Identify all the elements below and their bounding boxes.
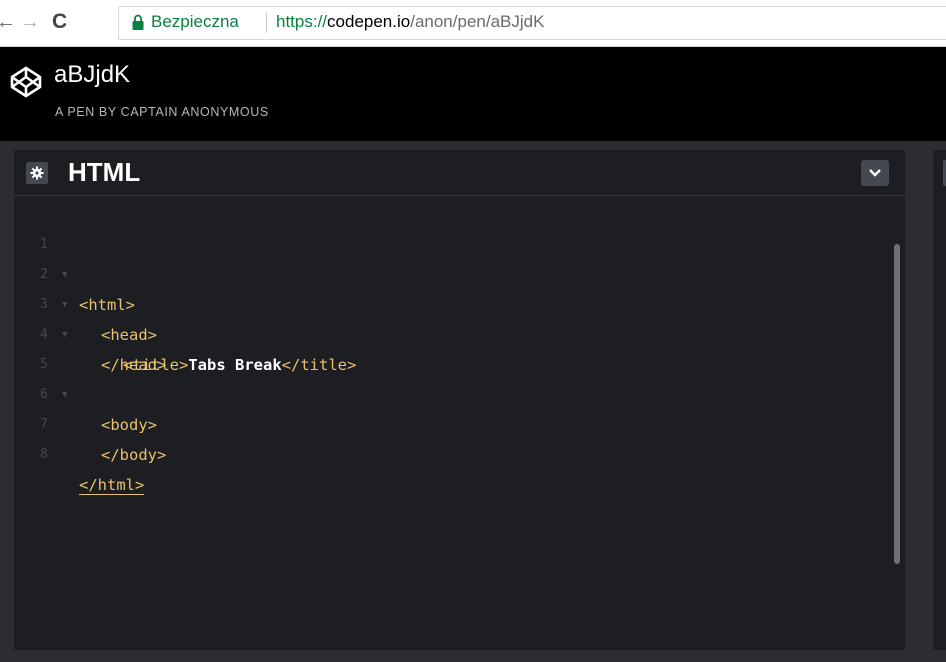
code-line: 8 </html> [14,410,145,495]
lock-icon [132,14,144,30]
code-tag: <body> [101,416,157,434]
code-line: 5 ▼ <body> [14,320,157,434]
settings-button[interactable] [26,162,48,184]
arrow-right-icon[interactable]: → [20,10,40,34]
code-text: <head> [101,320,157,350]
code-text: </html> [79,470,145,500]
url-scheme: https:// [276,12,328,31]
line-number: 8 [40,447,48,462]
bottom-resizer[interactable] [0,650,946,662]
url-text[interactable]: https://codepen.io/anon/pen/aBJjdK [276,12,544,32]
secure-label: Bezpieczna [151,12,239,31]
pen-title[interactable]: aBJjdK [54,61,130,89]
html-editor-panel: HTML 1 ▼ <html> 2 ▼ <head> 3 ▼ <title>Ta… [14,150,905,650]
editor-left-gutter [0,150,14,662]
codepen-logo-icon[interactable] [9,65,43,99]
reload-icon[interactable]: C [52,10,67,34]
code-line: 3 ▼ <title>Tabs Break</title> [14,260,356,374]
code-line: 6 [14,350,70,402]
code-line: 2 ▼ <head> [14,230,157,344]
code-editor[interactable]: 1 ▼ <html> 2 ▼ <head> 3 ▼ <title>Tabs Br… [14,196,905,650]
editor-header: HTML [14,150,905,196]
panel-resizer[interactable] [905,150,933,650]
code-line: 1 ▼ <html> [14,200,135,314]
code-text-content: Tabs Break [188,356,282,374]
code-text: </head> [101,350,166,380]
code-tag: </head> [101,356,167,374]
url-separator [266,13,267,33]
address-bar[interactable]: Bezpieczna https://codepen.io/anon/pen/a… [118,6,946,40]
code-tag: </body> [101,446,167,464]
url-path: /anon/pen/aBJjdK [410,12,545,31]
code-text: </body> [101,440,166,470]
code-text: <body> [101,410,157,440]
collapse-button[interactable] [861,160,889,186]
code-tag: <head> [101,326,157,344]
pen-subtitle: A PEN BY CAPTAIN ANONYMOUS [55,105,269,119]
code-line: 7 </body> [14,380,166,464]
arrow-left-icon[interactable]: ← [0,10,16,34]
code-tag: </title> [281,356,357,374]
code-line: 4 </head> [14,290,166,374]
code-tag: </html> [79,476,145,495]
editor-title: HTML [68,157,141,187]
header-divider [0,141,946,150]
code-text: <html> [79,290,135,320]
chevron-down-icon [869,169,881,177]
url-host: codepen.io [327,12,411,31]
pen-header: aBJjdK A PEN BY CAPTAIN ANONYMOUS [0,47,946,141]
css-editor-panel [933,150,946,650]
code-tag: <html> [79,296,135,314]
browser-toolbar: ← → C Bezpieczna https://codepen.io/anon… [0,0,946,47]
gear-icon [30,166,44,180]
scrollbar-thumb[interactable] [894,244,900,564]
